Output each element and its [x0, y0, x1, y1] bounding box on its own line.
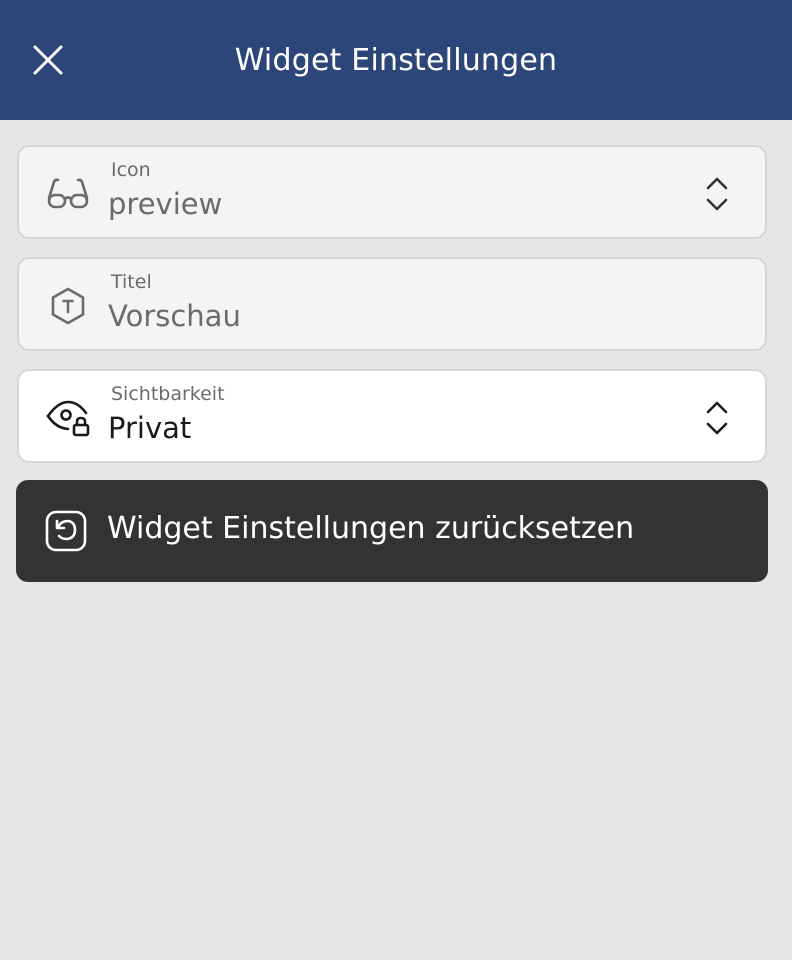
reset-icon-wrapper [44, 509, 88, 553]
top-app-bar: Widget Einstellungen [0, 0, 792, 120]
title-input-field[interactable]: Titel Vorschau [17, 257, 767, 351]
visibility-selector-toggle[interactable] [699, 395, 735, 441]
field-icon-wrapper [45, 171, 91, 217]
eye-lock-icon [46, 400, 90, 437]
close-icon [33, 45, 63, 75]
field-icon-wrapper [45, 283, 91, 329]
reset-widget-settings-button[interactable]: Widget Einstellungen zurücksetzen [16, 480, 768, 582]
visibility-field-value: Privat [108, 411, 192, 445]
reset-icon [45, 510, 87, 552]
visibility-field-label: Sichtbarkeit [111, 383, 225, 405]
field-icon-wrapper [45, 395, 91, 441]
visibility-select-field[interactable]: Sichtbarkeit Privat [17, 369, 767, 463]
icon-field-label: Icon [111, 159, 151, 181]
chevron-up-down-icon [706, 401, 728, 435]
title-field-value: Vorschau [108, 299, 241, 333]
chevron-up-down-icon [706, 177, 728, 211]
glasses-icon [47, 178, 89, 209]
title-field-label: Titel [111, 271, 152, 293]
icon-selector-toggle[interactable] [699, 171, 735, 217]
icon-select-field[interactable]: Icon preview [17, 145, 767, 239]
hexagon-t-icon [51, 287, 85, 325]
close-button[interactable] [24, 36, 72, 84]
icon-field-value: preview [108, 187, 223, 221]
page-title: Widget Einstellungen [234, 42, 558, 78]
reset-button-label: Widget Einstellungen zurücksetzen [107, 511, 635, 546]
